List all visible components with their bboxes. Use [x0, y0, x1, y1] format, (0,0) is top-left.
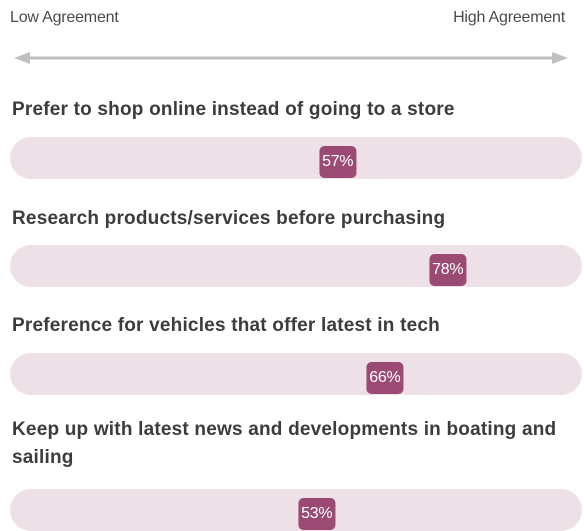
agreement-track-4: 53%: [10, 489, 582, 531]
agreement-marker-1: 57%: [319, 146, 357, 178]
agreement-scale-arrow: [14, 52, 568, 64]
agreement-marker-2: 78%: [429, 254, 467, 286]
arrow-left-head: [14, 52, 30, 64]
statement-label-4: Keep up with latest news and development…: [12, 419, 557, 468]
arrow-right-head: [552, 52, 568, 64]
statement-label-3: Preference for vehicles that offer lates…: [12, 315, 440, 336]
low-agreement-label: Low Agreement: [10, 9, 119, 26]
high-agreement-label: High Agreement: [453, 9, 565, 26]
agreement-track-1: 57%: [10, 137, 582, 179]
statement-label-2: Research products/services before purcha…: [12, 208, 446, 229]
agreement-track-2: 78%: [10, 245, 582, 287]
agreement-marker-3: 66%: [366, 362, 404, 394]
statement-label-1: Prefer to shop online instead of going t…: [12, 99, 455, 120]
agreement-marker-4: 53%: [298, 498, 336, 530]
agreement-track-3: 66%: [10, 353, 582, 395]
